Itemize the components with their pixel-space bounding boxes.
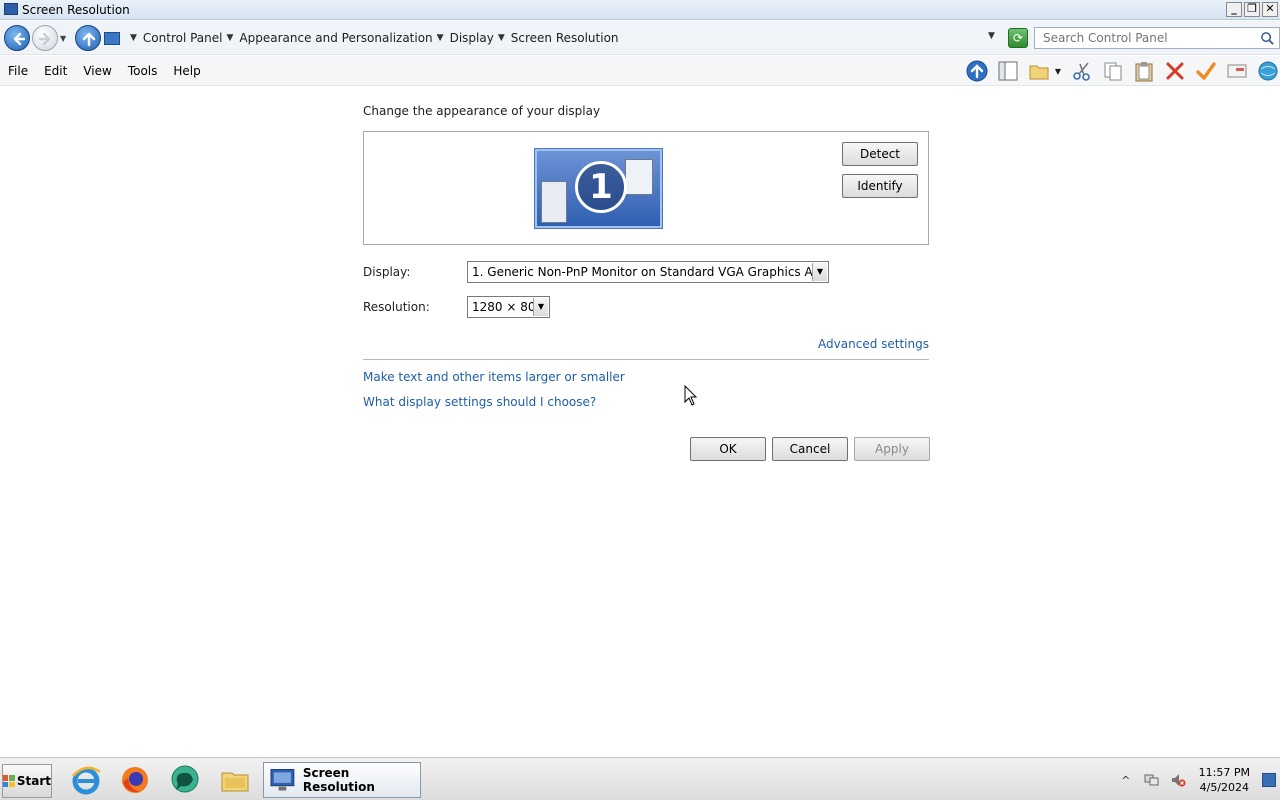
display-select[interactable]: 1. Generic Non-PnP Monitor on Standard V… bbox=[467, 261, 829, 283]
network-icon[interactable] bbox=[1143, 771, 1161, 789]
back-arrow-icon bbox=[13, 32, 26, 46]
up-icon[interactable] bbox=[965, 59, 989, 83]
menu-tools[interactable]: Tools bbox=[128, 64, 158, 78]
forward-button[interactable] bbox=[32, 25, 58, 51]
breadcrumb-appearance[interactable]: Appearance and Personalization bbox=[239, 31, 432, 45]
up-arrow-icon bbox=[82, 32, 96, 47]
identify-button[interactable]: Identify bbox=[842, 174, 918, 198]
chevron-down-icon[interactable]: ▼ bbox=[533, 298, 548, 316]
up-button[interactable] bbox=[75, 25, 101, 51]
ok-button[interactable]: OK bbox=[690, 437, 766, 461]
properties-icon[interactable] bbox=[1225, 59, 1249, 83]
restore-button[interactable]: ❐ bbox=[1244, 2, 1260, 17]
clock-date: 4/5/2024 bbox=[1199, 781, 1250, 794]
paste-icon[interactable] bbox=[1132, 59, 1156, 83]
recent-pages-dropdown-icon[interactable]: ▼ bbox=[60, 34, 66, 43]
clock-time: 11:57 PM bbox=[1198, 766, 1250, 779]
chevron-down-icon[interactable]: ▼ bbox=[1053, 59, 1063, 83]
control-panel-icon bbox=[104, 31, 120, 45]
chevron-down-icon[interactable]: ▼ bbox=[227, 33, 234, 43]
check-icon[interactable] bbox=[1194, 59, 1218, 83]
taskbar: Start Screen Resolution ^ 11:57 PM 4/5/2… bbox=[0, 757, 1280, 800]
chat-app-icon[interactable] bbox=[167, 762, 203, 798]
screen-resolution-app-icon bbox=[4, 3, 18, 15]
advanced-settings-link[interactable]: Advanced settings bbox=[818, 337, 929, 351]
address-bar: ▼ ▼ Control Panel ▼ Appearance and Perso… bbox=[0, 21, 1280, 55]
show-hidden-icons-chevron[interactable]: ^ bbox=[1117, 771, 1135, 789]
windows-logo-icon bbox=[3, 775, 15, 787]
menu-help[interactable]: Help bbox=[173, 64, 200, 78]
start-button[interactable]: Start bbox=[2, 764, 52, 798]
globe-icon[interactable] bbox=[1256, 59, 1280, 83]
monitor-1-thumbnail[interactable]: 1 bbox=[535, 149, 662, 228]
system-tray: ^ 11:57 PM 4/5/2024 bbox=[1109, 762, 1280, 798]
search-box[interactable] bbox=[1034, 27, 1280, 49]
window-controls: _ ❐ ✕ bbox=[1226, 2, 1278, 17]
taskbar-screen-resolution[interactable]: Screen Resolution bbox=[263, 762, 421, 798]
monitor-number-badge: 1 bbox=[575, 161, 627, 213]
cut-icon[interactable] bbox=[1070, 59, 1094, 83]
display-settings-help-link[interactable]: What display settings should I choose? bbox=[363, 395, 596, 409]
taskbar-item-label: Screen Resolution bbox=[302, 766, 375, 794]
divider bbox=[363, 359, 929, 360]
folder-icon[interactable] bbox=[1027, 59, 1051, 83]
page-heading: Change the appearance of your display bbox=[363, 104, 601, 118]
toolbar: ▼ bbox=[958, 59, 1280, 83]
search-input[interactable] bbox=[1035, 28, 1255, 48]
menu-view[interactable]: View bbox=[83, 64, 111, 78]
display-settings-icon bbox=[270, 769, 295, 791]
search-icon[interactable] bbox=[1260, 31, 1275, 46]
menu-file[interactable]: File bbox=[8, 64, 28, 78]
cancel-button[interactable]: Cancel bbox=[772, 437, 848, 461]
internet-explorer-icon[interactable] bbox=[68, 762, 104, 798]
close-button[interactable]: ✕ bbox=[1262, 2, 1278, 17]
forward-arrow-icon bbox=[38, 32, 51, 46]
address-history-dropdown-icon[interactable]: ▼ bbox=[988, 31, 995, 41]
chevron-down-icon[interactable]: ▼ bbox=[437, 33, 444, 43]
pane-icon[interactable] bbox=[996, 59, 1020, 83]
monitor-preview-panel: 1 Detect Identify bbox=[363, 131, 929, 245]
apply-button[interactable]: Apply bbox=[854, 437, 930, 461]
mini-window-graphic bbox=[625, 159, 653, 195]
detect-button[interactable]: Detect bbox=[842, 142, 918, 166]
text-size-link[interactable]: Make text and other items larger or smal… bbox=[363, 370, 625, 384]
chevron-down-icon[interactable]: ▼ bbox=[498, 33, 505, 43]
breadcrumb-control-panel[interactable]: Control Panel bbox=[143, 31, 223, 45]
mouse-cursor-icon bbox=[684, 385, 698, 406]
refresh-button[interactable]: ⟳ bbox=[1008, 28, 1028, 48]
minimize-button[interactable]: _ bbox=[1226, 2, 1242, 17]
menu-edit[interactable]: Edit bbox=[44, 64, 67, 78]
title-bar: Screen Resolution _ ❐ ✕ bbox=[0, 0, 1280, 20]
breadcrumb: ▼ Control Panel ▼ Appearance and Persona… bbox=[104, 26, 619, 50]
firefox-icon[interactable] bbox=[117, 762, 153, 798]
delete-icon[interactable] bbox=[1163, 59, 1187, 83]
chevron-down-icon[interactable]: ▼ bbox=[130, 33, 137, 43]
window-title: Screen Resolution bbox=[22, 3, 130, 17]
display-label: Display: bbox=[363, 265, 411, 279]
resolution-label: Resolution: bbox=[363, 300, 430, 314]
chevron-down-icon[interactable]: ▼ bbox=[812, 263, 827, 281]
copy-icon[interactable] bbox=[1101, 59, 1125, 83]
resolution-select[interactable]: 1280 × 800 ▼ bbox=[467, 296, 550, 318]
file-explorer-icon[interactable] bbox=[217, 762, 253, 798]
refresh-icon: ⟳ bbox=[1012, 31, 1024, 45]
show-desktop-button[interactable] bbox=[1262, 773, 1276, 787]
volume-muted-icon[interactable] bbox=[1169, 771, 1187, 789]
menu-bar: File Edit View Tools Help ▼ bbox=[0, 56, 1280, 86]
breadcrumb-screen-resolution[interactable]: Screen Resolution bbox=[511, 31, 619, 45]
display-select-value: 1. Generic Non-PnP Monitor on Standard V… bbox=[472, 265, 829, 279]
start-label: Start bbox=[16, 774, 51, 788]
breadcrumb-display[interactable]: Display bbox=[450, 31, 494, 45]
back-button[interactable] bbox=[4, 25, 30, 51]
mini-window-graphic bbox=[541, 181, 567, 223]
main-content: Change the appearance of your display 1 … bbox=[363, 104, 930, 461]
clock[interactable]: 11:57 PM 4/5/2024 bbox=[1199, 765, 1250, 795]
